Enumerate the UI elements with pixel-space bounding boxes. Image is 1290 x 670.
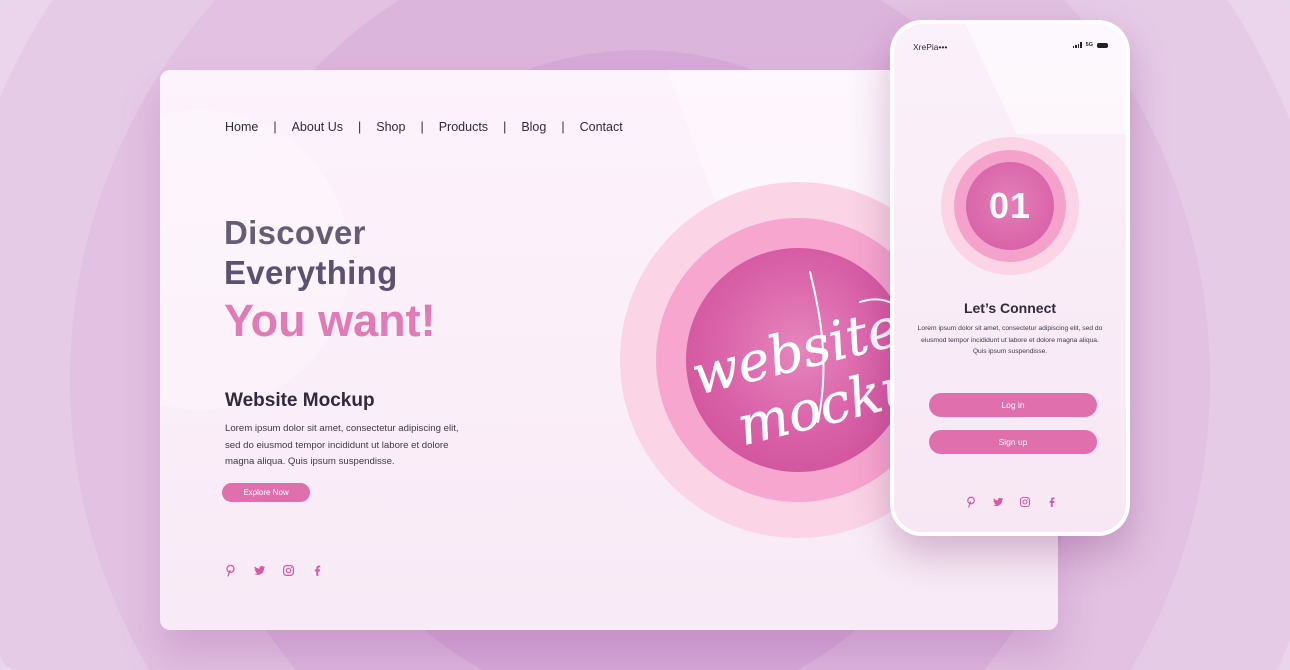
status-bar-icons: 5G <box>1072 42 1108 48</box>
pinterest-icon[interactable] <box>965 496 977 508</box>
phone-social-links <box>965 496 1058 508</box>
decorative-shape <box>951 24 1126 134</box>
nav-contact[interactable]: Contact <box>580 120 623 134</box>
twitter-icon[interactable] <box>253 564 266 577</box>
nav-separator: | <box>561 120 565 134</box>
instagram-icon[interactable] <box>282 564 295 577</box>
battery-icon <box>1097 42 1108 48</box>
nav-home[interactable]: Home <box>225 120 258 134</box>
step-badge-middle: 01 <box>954 150 1066 262</box>
pinterest-icon[interactable] <box>224 564 237 577</box>
hero-heading-line2: Everything <box>224 254 398 291</box>
explore-now-button[interactable]: Explore Now <box>222 483 310 502</box>
desktop-social-links <box>224 564 324 577</box>
nav-separator: | <box>273 120 277 134</box>
phone-mockup: XrePia••• 5G 01 Let’s Connect Lorem ipsu… <box>890 20 1130 536</box>
step-badge-graphic: 01 <box>941 137 1079 275</box>
step-badge-inner: 01 <box>966 162 1054 250</box>
login-button[interactable]: Log in <box>929 393 1097 417</box>
nav-separator: | <box>503 120 507 134</box>
nav-separator: | <box>358 120 362 134</box>
nav-about-us[interactable]: About Us <box>292 120 343 134</box>
nav-products[interactable]: Products <box>439 120 488 134</box>
phone-body-text: Lorem ipsum dolor sit amet, consectetur … <box>917 325 1103 355</box>
top-navigation: Home | About Us | Shop | Products | Blog… <box>225 119 623 135</box>
carrier-name: XrePia••• <box>913 42 948 52</box>
step-number: 01 <box>988 185 1032 226</box>
twitter-icon[interactable] <box>992 496 1004 508</box>
network-label: 5G <box>1085 42 1093 48</box>
phone-title: Let’s Connect <box>963 300 1057 316</box>
section-body-text: Lorem ipsum dolor sit amet, consectetur … <box>225 423 459 467</box>
instagram-icon[interactable] <box>1019 496 1031 508</box>
signal-icon <box>1072 42 1082 48</box>
hero-heading-line1: Discover <box>224 214 366 251</box>
nav-blog[interactable]: Blog <box>521 120 546 134</box>
nav-shop[interactable]: Shop <box>376 120 405 134</box>
hero-heading-highlight: You want! <box>224 295 436 346</box>
facebook-icon[interactable] <box>311 564 324 577</box>
phone-screen: XrePia••• 5G 01 Let’s Connect Lorem ipsu… <box>894 24 1126 532</box>
nav-separator: | <box>420 120 424 134</box>
facebook-icon[interactable] <box>1046 496 1058 508</box>
signup-button[interactable]: Sign up <box>929 430 1097 454</box>
section-title: Website Mockup <box>225 390 375 411</box>
